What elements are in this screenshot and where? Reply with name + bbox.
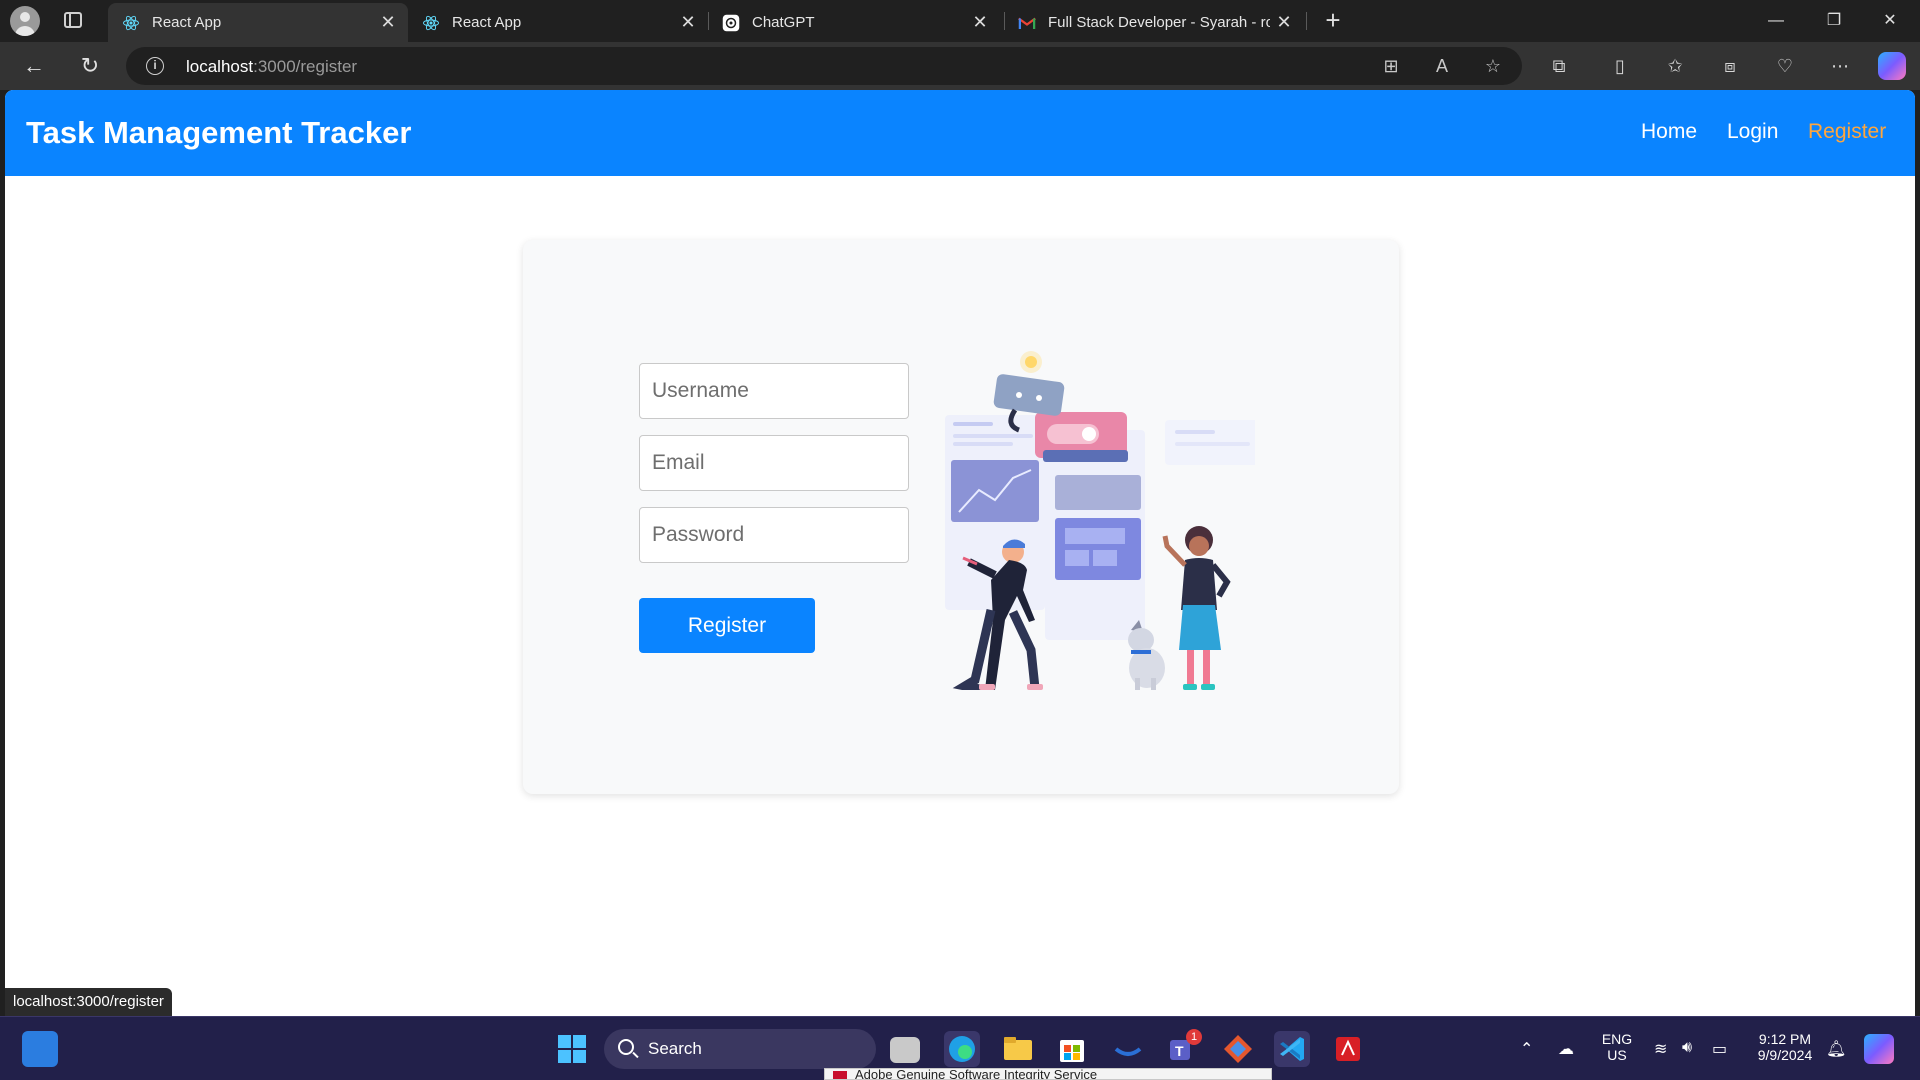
teams-notification-badge: 1 xyxy=(1186,1029,1202,1045)
tab-chatgpt[interactable]: ChatGPT ✕ xyxy=(708,3,1000,42)
battery-icon[interactable]: ▭ xyxy=(1712,1039,1727,1059)
window-close-icon[interactable]: ✕ xyxy=(1862,0,1918,42)
new-tab-button[interactable]: + xyxy=(1318,6,1348,36)
copilot-icon[interactable] xyxy=(1878,52,1906,80)
url-host: localhost xyxy=(186,57,254,76)
search-label: Search xyxy=(648,1039,702,1058)
react-icon xyxy=(122,14,140,32)
language-code: ENG xyxy=(1601,1031,1633,1047)
adobe-icon xyxy=(833,1071,847,1079)
tab-divider xyxy=(1306,12,1307,30)
status-bar-url: localhost:3000/register xyxy=(5,988,172,1016)
notification-popup[interactable]: Adobe Genuine Software Integrity Service xyxy=(824,1068,1272,1080)
nav-home-link[interactable]: Home xyxy=(1641,120,1697,144)
volume-icon[interactable]: 🔊︎ xyxy=(1682,1039,1692,1057)
favorites-icon[interactable]: ✩ xyxy=(1663,54,1687,78)
minimize-icon[interactable]: — xyxy=(1748,0,1804,42)
password-input[interactable] xyxy=(639,507,909,563)
register-card: Register xyxy=(523,240,1399,794)
site-info-icon[interactable]: i xyxy=(146,57,164,75)
browser-toolbar: ← ↻ i localhost:3000/register ⊞ A ☆ ⧉ ▯ … xyxy=(0,42,1920,90)
address-url[interactable]: localhost:3000/register xyxy=(186,57,357,77)
react-icon xyxy=(422,14,440,32)
team-illustration xyxy=(945,351,1255,690)
address-bar[interactable]: i localhost:3000/register ⊞ A ☆ xyxy=(126,47,1522,85)
app-available-icon[interactable]: ⊞ xyxy=(1380,55,1402,77)
microsoft-store-icon[interactable] xyxy=(1054,1031,1090,1067)
svg-text:T: T xyxy=(1175,1043,1184,1059)
close-icon[interactable]: ✕ xyxy=(966,12,994,33)
git-tool-icon[interactable] xyxy=(1220,1031,1256,1067)
language-indicator[interactable]: ENG US xyxy=(1596,1031,1638,1063)
region-code: US xyxy=(1607,1047,1627,1063)
tab-title: React App xyxy=(452,14,522,31)
search-icon xyxy=(618,1039,634,1055)
edge-icon[interactable] xyxy=(944,1031,980,1067)
email-input[interactable] xyxy=(639,435,909,491)
close-icon[interactable]: ✕ xyxy=(1270,12,1298,33)
wifi-icon[interactable]: ≋ xyxy=(1654,1039,1667,1059)
back-arrow-icon[interactable]: ← xyxy=(18,50,50,82)
onedrive-icon[interactable]: ☁ xyxy=(1558,1039,1574,1059)
nav-login-link[interactable]: Login xyxy=(1727,120,1778,144)
chatgpt-icon xyxy=(722,14,740,32)
url-path: :3000/register xyxy=(253,57,358,76)
copilot-taskbar-icon[interactable] xyxy=(1864,1034,1894,1064)
app-navbar: Task Management Tracker Home Login Regis… xyxy=(5,90,1915,176)
tab-gmail[interactable]: Full Stack Developer - Syarah - ro ✕ xyxy=(1004,3,1304,42)
favorite-star-icon[interactable]: ☆ xyxy=(1482,55,1504,77)
tab-title: Full Stack Developer - Syarah - ro xyxy=(1048,14,1270,31)
gmail-icon xyxy=(1018,14,1036,32)
nav-register-link[interactable]: Register xyxy=(1808,120,1886,144)
notification-bell-icon[interactable]: 🔔︎ xyxy=(1826,1039,1846,1059)
adobe-acrobat-icon[interactable] xyxy=(1330,1031,1366,1067)
clock-date: 9/9/2024 xyxy=(1757,1047,1813,1063)
task-view-icon[interactable] xyxy=(890,1037,920,1063)
read-aloud-icon[interactable]: A xyxy=(1431,55,1453,77)
tab-actions-icon[interactable] xyxy=(64,12,82,28)
refresh-icon[interactable]: ↻ xyxy=(74,50,106,82)
mail-icon[interactable] xyxy=(1110,1031,1146,1067)
extensions-icon[interactable]: ⧉ xyxy=(1547,54,1571,78)
widgets-icon[interactable] xyxy=(22,1031,58,1067)
restore-icon[interactable]: ❐ xyxy=(1806,0,1862,42)
register-button[interactable]: Register xyxy=(639,598,815,653)
tab-react-app-1[interactable]: React App ✕ xyxy=(108,3,408,42)
show-hidden-icons-chevron-icon[interactable]: ⌃ xyxy=(1520,1039,1533,1059)
notification-text: Adobe Genuine Software Integrity Service xyxy=(855,1068,1098,1080)
file-explorer-icon[interactable] xyxy=(1000,1031,1036,1067)
brand-title[interactable]: Task Management Tracker xyxy=(26,115,411,151)
username-input[interactable] xyxy=(639,363,909,419)
vscode-icon[interactable] xyxy=(1274,1031,1310,1067)
clock-time: 9:12 PM xyxy=(1758,1031,1812,1047)
profile-avatar-icon[interactable] xyxy=(10,6,40,36)
collections-icon[interactable]: ⧈ xyxy=(1718,54,1742,78)
tab-react-app-2[interactable]: React App ✕ xyxy=(408,3,708,42)
windows-start-icon[interactable] xyxy=(554,1031,590,1067)
page-viewport: Task Management Tracker Home Login Regis… xyxy=(5,90,1915,1016)
split-screen-icon[interactable]: ▯ xyxy=(1608,54,1632,78)
close-icon[interactable]: ✕ xyxy=(374,12,402,33)
tab-title: React App xyxy=(152,14,222,31)
more-options-icon[interactable]: ⋯ xyxy=(1828,54,1852,78)
browser-essentials-icon[interactable]: ♡ xyxy=(1773,54,1797,78)
tab-strip: React App ✕ React App ✕ ChatGPT ✕ Full S… xyxy=(0,0,1920,42)
tab-title: ChatGPT xyxy=(752,14,815,31)
close-icon[interactable]: ✕ xyxy=(674,12,702,33)
clock[interactable]: 9:12 PM 9/9/2024 xyxy=(1750,1031,1820,1063)
taskbar-search[interactable]: Search xyxy=(604,1029,876,1069)
